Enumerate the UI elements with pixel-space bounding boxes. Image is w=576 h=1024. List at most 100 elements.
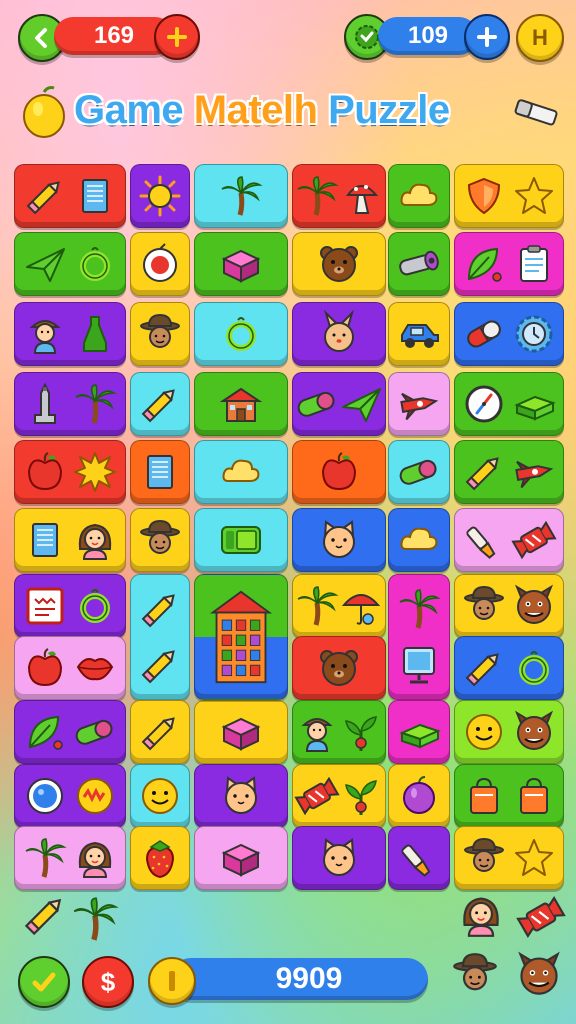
tile-pink[interactable] xyxy=(194,826,288,890)
tile-cyan[interactable] xyxy=(194,440,288,504)
tile-pink[interactable] xyxy=(14,636,126,700)
tile-blue[interactable] xyxy=(388,508,450,572)
shop-button[interactable]: $ xyxy=(82,956,134,1008)
tile-icon-slot xyxy=(318,519,360,561)
tile-icon-slot xyxy=(139,588,181,630)
tile-purple[interactable] xyxy=(14,372,126,436)
lips-icon xyxy=(77,658,114,681)
tile-icon-slot xyxy=(340,383,382,425)
tile-green[interactable] xyxy=(388,164,450,228)
tile-green[interactable] xyxy=(14,232,126,296)
phone-icon xyxy=(221,526,261,554)
tile-green[interactable] xyxy=(292,700,386,764)
loose-girl-icon[interactable] xyxy=(458,892,504,942)
car-icon xyxy=(401,324,439,348)
tile-yellow[interactable] xyxy=(454,826,564,890)
tile-yellow[interactable] xyxy=(194,700,288,764)
tile-green[interactable] xyxy=(194,232,288,296)
tile-green[interactable] xyxy=(454,440,564,504)
gems-counter: 109 xyxy=(378,17,478,55)
tile-green[interactable] xyxy=(454,764,564,828)
tile-yellow[interactable] xyxy=(292,232,386,296)
tile-purple[interactable] xyxy=(14,574,126,638)
title-word-3: Puzzle xyxy=(328,88,450,132)
tile-magenta[interactable] xyxy=(388,574,450,700)
tile-purple[interactable] xyxy=(292,302,386,366)
loose-monster-icon[interactable] xyxy=(516,951,562,1002)
tile-icon-slot xyxy=(220,837,262,879)
tile-yellow[interactable] xyxy=(388,764,450,828)
tile-tower[interactable] xyxy=(194,574,288,700)
tile-icon-slot xyxy=(340,585,382,627)
tile-blue[interactable] xyxy=(454,302,564,366)
tile-icon-slot xyxy=(513,647,555,689)
coin-icon xyxy=(148,957,196,1005)
tile-yellow[interactable] xyxy=(292,574,386,638)
tile-lime[interactable] xyxy=(454,700,564,764)
tile-magenta[interactable] xyxy=(388,700,450,764)
tile-yellow[interactable] xyxy=(292,764,386,828)
tile-icon-slot xyxy=(513,451,555,493)
tile-orange[interactable] xyxy=(292,440,386,504)
tile-purple[interactable] xyxy=(130,164,190,228)
tile-pink[interactable] xyxy=(454,508,564,572)
tile-cyan[interactable] xyxy=(194,164,288,228)
tile-pink[interactable] xyxy=(388,372,450,436)
tile-purple[interactable] xyxy=(388,826,450,890)
capsule-icon xyxy=(467,320,501,348)
tile-orange[interactable] xyxy=(130,440,190,504)
tile-cyan[interactable] xyxy=(388,440,450,504)
tile-blue[interactable] xyxy=(292,508,386,572)
check-button[interactable] xyxy=(18,956,70,1008)
tile-yellow[interactable] xyxy=(130,826,190,890)
tile-cyan[interactable] xyxy=(194,302,288,366)
help-button[interactable]: H xyxy=(516,14,564,62)
tile-green[interactable] xyxy=(388,232,450,296)
tile-yellow[interactable] xyxy=(454,574,564,638)
tile-blue[interactable] xyxy=(454,636,564,700)
mushroom-icon xyxy=(346,185,379,214)
tile-yellow[interactable] xyxy=(14,508,126,572)
tile-purple[interactable] xyxy=(292,826,386,890)
tile-green[interactable] xyxy=(454,372,564,436)
tile-red[interactable] xyxy=(292,636,386,700)
tile-yellow[interactable] xyxy=(388,302,450,366)
palm-tree-icon xyxy=(25,838,67,878)
tile-purple[interactable] xyxy=(14,764,126,828)
tile-yellow[interactable] xyxy=(130,232,190,296)
tile-magenta[interactable] xyxy=(454,232,564,296)
pencil-icon xyxy=(141,594,175,628)
tile-cyan[interactable] xyxy=(130,372,190,436)
tile-yellow[interactable] xyxy=(130,508,190,572)
tile-yellow[interactable] xyxy=(130,700,190,764)
clipboard-icon xyxy=(520,245,548,282)
tile-yellow[interactable] xyxy=(454,164,564,228)
tile-purple[interactable] xyxy=(194,764,288,828)
leaf-icon xyxy=(467,247,502,282)
tile-purple[interactable] xyxy=(292,372,386,436)
tile-pink[interactable] xyxy=(14,826,126,890)
tile-green[interactable] xyxy=(194,372,288,436)
tile-yellow[interactable] xyxy=(130,302,190,366)
add-moves-button[interactable] xyxy=(154,14,200,60)
tile-purple[interactable] xyxy=(14,302,126,366)
tile-cyan[interactable] xyxy=(130,574,190,700)
tile-red[interactable] xyxy=(14,164,126,228)
tile-red[interactable] xyxy=(14,440,126,504)
loose-pencil-icon[interactable] xyxy=(22,892,68,942)
loose-cowboy-icon[interactable] xyxy=(452,952,498,1002)
tile-icon-slot xyxy=(398,175,440,217)
button-icon xyxy=(26,778,63,814)
tile-icon-slot xyxy=(139,243,181,285)
loose-palm-tree-icon[interactable] xyxy=(72,896,119,946)
tile-cyan[interactable] xyxy=(130,764,190,828)
books-icon xyxy=(399,723,441,749)
apple-icon xyxy=(321,452,357,491)
tile-purple[interactable] xyxy=(14,700,126,764)
tile-cyan[interactable] xyxy=(194,508,288,572)
tile-red[interactable] xyxy=(292,164,386,228)
bag-icon xyxy=(470,777,498,814)
loose-candy-icon[interactable] xyxy=(516,894,566,944)
tile-icon-slot xyxy=(220,313,262,355)
add-gems-button[interactable] xyxy=(464,14,510,60)
